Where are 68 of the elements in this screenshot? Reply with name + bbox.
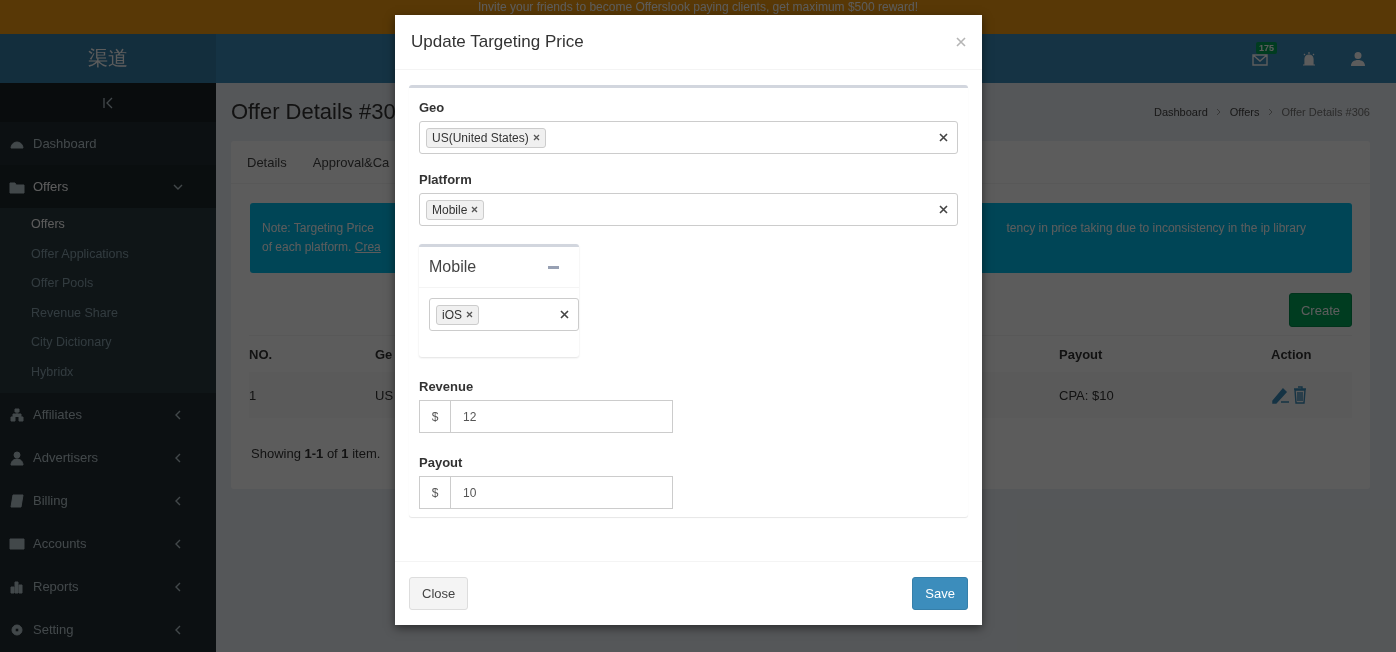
menu-icon <box>9 621 25 638</box>
selected-tag[interactable]: Mobile <box>426 199 485 220</box>
note-text: Note: Targeting Price <box>262 221 375 235</box>
tab[interactable]: Details <box>247 154 287 170</box>
collapse-icon[interactable] <box>102 96 114 109</box>
trash-icon[interactable] <box>1293 386 1307 404</box>
column-header: Action <box>1271 346 1313 362</box>
menu-icon <box>9 535 25 552</box>
separator-icon <box>1267 108 1274 116</box>
column-header: Ge <box>375 346 394 362</box>
chevron-left-icon <box>173 495 183 506</box>
amount-input[interactable]: 12 <box>451 400 673 433</box>
chevron-left-icon <box>173 409 183 420</box>
modal-title: Update Targeting Price <box>411 32 584 52</box>
clear-icon[interactable] <box>560 310 569 319</box>
menu-icon <box>9 449 25 466</box>
field-label: Payout <box>419 455 464 470</box>
column-header: Payout <box>1059 346 1104 362</box>
multi-select-field[interactable]: Mobile <box>419 193 958 226</box>
menu-icon <box>9 492 25 509</box>
chevron-left-icon <box>173 538 183 549</box>
breadcrumb-link[interactable]: Offers <box>1229 106 1260 118</box>
field-label: Platform <box>419 172 473 187</box>
multi-select-field[interactable]: US(United States) <box>419 121 958 154</box>
mail-count-badge: 175 <box>1256 41 1278 54</box>
banner-text: Invite your friends to become Offerslook paying clients, get maximum $500 reward! <box>478 0 918 14</box>
remove-icon[interactable] <box>471 206 479 213</box>
menu-icon <box>9 578 25 595</box>
selected-tag[interactable]: iOS <box>436 304 479 325</box>
close-icon[interactable] <box>956 37 966 47</box>
chevron-left-icon <box>173 581 183 592</box>
table-cell-text: US <box>375 387 395 403</box>
mail-icon[interactable] <box>1252 51 1268 66</box>
amount-input[interactable]: 10 <box>451 476 673 509</box>
close-button[interactable]: Close <box>409 577 469 610</box>
breadcrumb-link[interactable]: Dashboard <box>1153 106 1208 118</box>
selected-tag[interactable]: US(United States) <box>426 127 546 148</box>
note-link[interactable]: Crea <box>354 240 381 254</box>
chevron-left-icon <box>173 624 183 635</box>
remove-icon[interactable] <box>532 134 540 141</box>
clear-icon[interactable] <box>939 205 948 214</box>
save-button[interactable]: Save <box>912 577 968 610</box>
remove-icon[interactable] <box>466 311 473 318</box>
currency-addon: $ <box>419 400 451 433</box>
user-icon[interactable] <box>1350 50 1366 67</box>
table-cell-text: 1 <box>249 387 258 403</box>
note-text: of each platform. <box>262 240 352 254</box>
tab[interactable]: Approval&Ca <box>312 154 390 170</box>
chevron-left-icon <box>173 452 183 463</box>
collapse-icon[interactable] <box>548 265 559 269</box>
multi-select-field[interactable]: iOS <box>429 298 579 331</box>
page-title: Offer Details #30 <box>231 99 396 125</box>
field-label: Revenue <box>419 379 475 394</box>
pagination-summary: Showing 1-1 of 1 item. <box>251 446 381 463</box>
menu-icon <box>9 406 25 423</box>
note-text: tency in price taking due to inconsistency in the ip library <box>1006 220 1307 237</box>
field-label: Geo <box>419 100 446 115</box>
logo-text: 渠道 <box>88 46 128 71</box>
bell-icon[interactable] <box>1302 50 1316 67</box>
clear-icon[interactable] <box>939 133 948 142</box>
create-button[interactable]: Create <box>1288 293 1352 327</box>
table-cell-text: CPA: $10 <box>1059 387 1115 403</box>
separator-icon <box>1215 108 1222 116</box>
panel-title: Mobile <box>429 258 477 276</box>
currency-addon: $ <box>419 476 451 509</box>
edit-icon[interactable] <box>1271 386 1291 404</box>
submenu-item[interactable]: Offers <box>0 210 216 240</box>
column-header: NO. <box>249 346 274 362</box>
